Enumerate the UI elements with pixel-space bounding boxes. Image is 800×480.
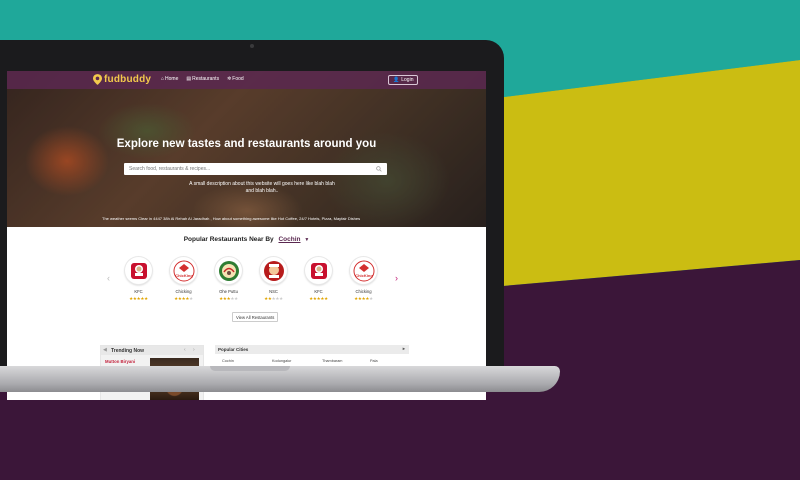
search-bar[interactable] <box>124 163 387 175</box>
city-link[interactable]: Thambaram <box>322 359 370 363</box>
chevron-down-icon[interactable]: ▼ <box>304 237 309 243</box>
weather-text: The weather seems Clear in 4447 38h Al R… <box>102 216 361 221</box>
restaurant-card[interactable]: KFC ★★★★★ <box>303 257 334 302</box>
location-pin-icon <box>93 74 102 85</box>
trending-item-title[interactable]: Mutton Biryani <box>105 359 135 364</box>
restaurant-card[interactable]: NSC ★★★★★ <box>258 257 289 302</box>
rating-stars: ★★★★★ <box>309 296 328 301</box>
home-icon: ⌂ <box>161 76 165 82</box>
svg-text:ChicKing: ChicKing <box>175 273 193 278</box>
restaurant-name: Chicking <box>175 289 192 294</box>
restaurant-name: Chicking <box>355 289 372 294</box>
carousel-prev-icon[interactable]: ‹ <box>107 273 110 283</box>
trending-next-icon[interactable]: › <box>193 347 195 353</box>
rating-stars: ★★★★★ <box>354 296 373 301</box>
site-navbar: fudbuddy ⌂ Home ▤ Restaurants ✲ Food 👤 L… <box>7 71 486 89</box>
nav-home[interactable]: ⌂ Home <box>161 76 178 82</box>
restaurant-card[interactable]: ChicKing Chicking ★★★★★ <box>168 257 199 302</box>
user-icon: 👤 <box>393 77 400 83</box>
restaurant-name: Ohe Puttu <box>219 289 238 294</box>
view-all-restaurants-button[interactable]: View All Restaurants <box>232 312 279 322</box>
popular-cities-heading[interactable]: Popular Cities ▸ <box>215 345 409 354</box>
store-icon: ▤ <box>186 76 192 82</box>
popular-cities-heading-text: Popular Cities <box>218 347 249 352</box>
restaurant-card[interactable]: ChicKing Chicking ★★★★★ <box>348 257 379 302</box>
rating-stars: ★★★★★ <box>219 296 238 301</box>
svg-text:ChicKing: ChicKing <box>355 273 373 278</box>
restaurant-name: KFC <box>314 289 323 294</box>
nav-links: ⌂ Home ▤ Restaurants ✲ Food <box>161 76 244 82</box>
nav-food-label: Food <box>232 76 244 82</box>
chicking-logo-icon: ChicKing <box>170 257 197 284</box>
laptop-notch <box>210 366 290 371</box>
nav-home-label: Home <box>165 76 179 82</box>
trending-left-icon: ◀ <box>103 347 107 353</box>
nav-food[interactable]: ✲ Food <box>227 76 244 82</box>
kfc-logo-icon <box>305 257 332 284</box>
rating-stars: ★★★★★ <box>264 296 283 301</box>
restaurant-name: KFC <box>134 289 143 294</box>
restaurant-card[interactable]: KFC ★★★★★ <box>123 257 154 302</box>
hero-description: A small description about this website w… <box>189 181 335 194</box>
laptop-screen: Explore new tastes and restaurants aroun… <box>7 71 486 400</box>
camera-dot <box>250 44 254 48</box>
food-icon: ✲ <box>227 76 232 82</box>
brand-name: fudbuddy <box>104 74 152 85</box>
city-selector[interactable]: Cochin <box>278 236 300 243</box>
city-link[interactable]: Kodungalur <box>272 359 322 363</box>
ohe-puttu-logo-icon <box>215 257 242 284</box>
restaurant-carousel: KFC ★★★★★ ChicKing Chicking ★★★★★ Ohe Pu… <box>123 257 379 302</box>
chevron-right-icon: ▸ <box>402 346 405 351</box>
hero-banner: Explore new tastes and restaurants aroun… <box>7 71 486 227</box>
login-label: Login <box>401 77 414 83</box>
city-link[interactable]: Cochin <box>222 359 272 363</box>
laptop-lid: Explore new tastes and restaurants aroun… <box>0 40 504 400</box>
city-link[interactable]: Pala <box>370 359 410 363</box>
hero-title: Explore new tastes and restaurants aroun… <box>116 138 377 150</box>
rating-stars: ★★★★★ <box>129 296 148 301</box>
trending-heading-text: Trending Now <box>111 347 145 354</box>
restaurant-card[interactable]: Ohe Puttu ★★★★★ <box>213 257 244 302</box>
search-icon[interactable] <box>376 166 382 172</box>
kfc-logo-icon <box>125 257 152 284</box>
trending-prev-icon[interactable]: ‹ <box>184 347 186 353</box>
chicking-logo-icon: ChicKing <box>350 257 377 284</box>
login-button[interactable]: 👤 Login <box>388 75 419 85</box>
nav-restaurants-label: Restaurants <box>192 76 220 82</box>
nav-restaurants[interactable]: ▤ Restaurants <box>186 76 219 82</box>
rating-stars: ★★★★★ <box>174 296 193 301</box>
carousel-next-icon[interactable]: › <box>395 273 398 283</box>
restaurant-name: NSC <box>269 289 278 294</box>
trending-heading: Trending Now <box>101 346 203 355</box>
brand-logo[interactable]: fudbuddy <box>93 74 151 85</box>
nsc-logo-icon <box>260 257 287 284</box>
search-input[interactable] <box>129 166 376 172</box>
popular-heading-text: Popular Restaurants Near By <box>183 236 274 243</box>
popular-heading: Popular Restaurants Near By Cochin ▼ <box>7 236 486 243</box>
